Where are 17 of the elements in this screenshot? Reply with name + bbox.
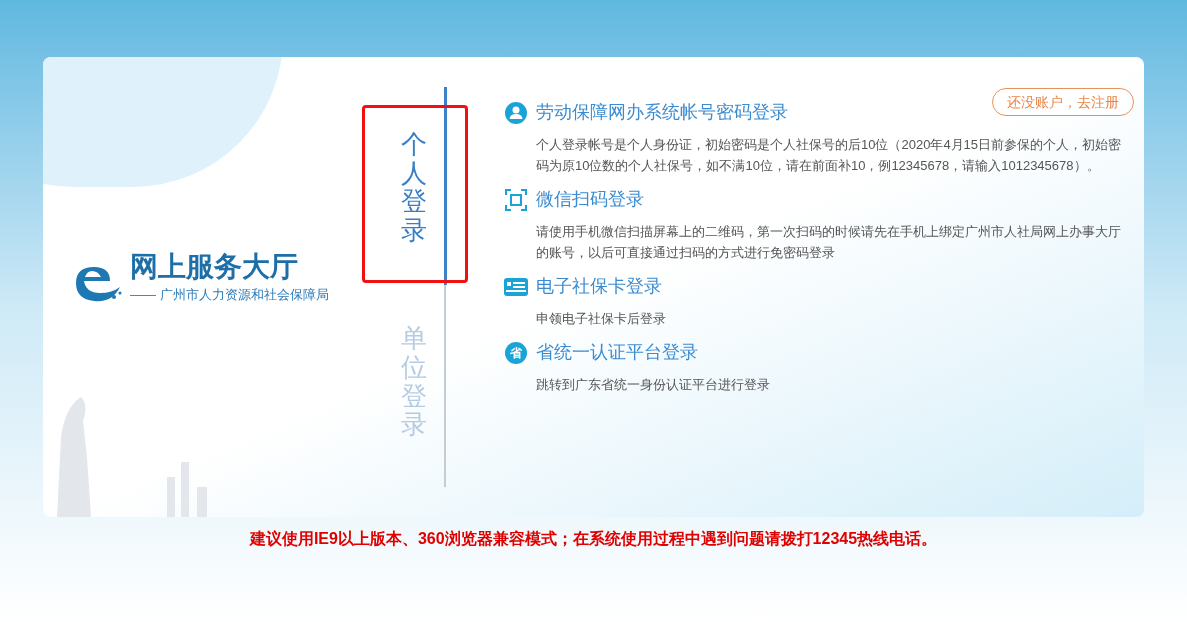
card-icon (504, 277, 528, 296)
register-button[interactable]: 还没账户，去注册 (992, 88, 1134, 116)
login-method-description: 跳转到广东省统一身份认证平台进行登录 (535, 376, 771, 394)
login-method-title[interactable]: 省统一认证平台登录 (536, 339, 698, 366)
logo-title: 网上服务大厅 (130, 253, 299, 282)
login-tab[interactable]: 个人登录 (401, 130, 427, 245)
login-method-description: 个人登录帐号是个人身份证，初始密码是个人社保号的后10位（2020年4月15日前参保的个人，初始密码为原10位数的个人社保号，如不满10位，请在前面补10，例12345678，请输入1012345678）。 (535, 136, 1123, 175)
login-method-title[interactable]: 微信扫码登录 (536, 186, 644, 213)
logo-subtitle: —— 广州市人力资源和社会保障局 (130, 286, 329, 305)
login-method-description: 申领电子社保卡后登录 (535, 310, 667, 328)
badge-icon: 省 (505, 341, 527, 364)
browser-notice: 建议使用IE9以上版本、360浏览器兼容模式；在系统使用过程中遇到问题请拨打12345热线电话。 (248, 529, 939, 549)
login-method-title[interactable]: 电子社保卡登录 (536, 273, 662, 300)
login-method-description: 请使用手机微信扫描屏幕上的二维码，第一次扫码的时候请先在手机上绑定广州市人社局网上办事大厅的账号，以后可直接通过扫码的方式进行免密码登录 (535, 223, 1122, 262)
user-icon (505, 101, 527, 124)
scan-icon (505, 188, 527, 211)
login-method-title[interactable]: 劳动保障网办系统帐号密码登录 (536, 99, 788, 126)
